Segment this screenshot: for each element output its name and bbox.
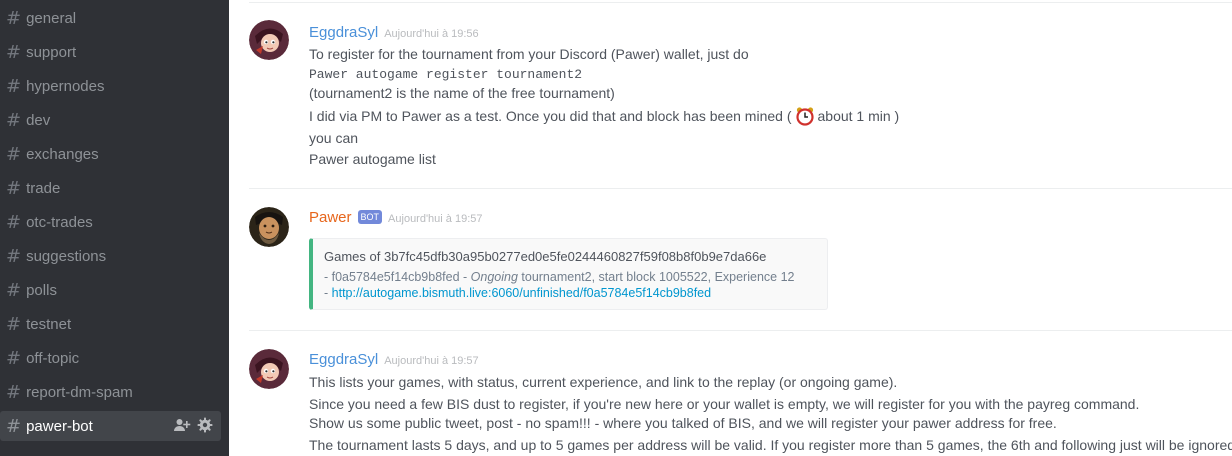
hash-icon: # xyxy=(6,415,22,437)
author-name[interactable]: EggdraSyl xyxy=(309,24,378,41)
message-text-part: about 1 min ) xyxy=(817,108,900,124)
message-text: To register for the tournament from your… xyxy=(309,46,749,62)
hash-icon: # xyxy=(6,313,22,335)
hash-icon: # xyxy=(6,211,22,233)
message-text: Pawer autogame list xyxy=(309,151,436,167)
channel-pawer-bot[interactable]: # pawer-bot xyxy=(0,411,221,441)
inline-code: Pawer autogame register tournament2 xyxy=(309,67,583,82)
avatar[interactable] xyxy=(249,207,289,247)
hash-icon: # xyxy=(6,381,22,403)
hash-icon: # xyxy=(6,279,22,301)
channel-label: otc-trades xyxy=(26,213,93,231)
message-text-part: I did via PM to Pawer as a test. Once yo… xyxy=(309,108,792,124)
bot-badge: BOT xyxy=(357,210,383,224)
message-text: you can xyxy=(309,130,359,146)
message-divider xyxy=(249,188,1232,189)
timestamp: Aujourd'hui à 19:57 xyxy=(388,213,483,225)
channel-partial-hidden[interactable] xyxy=(0,445,221,456)
embed-text: - f0a5784e5f14cb9b8fed - xyxy=(324,270,471,284)
chat-area: EggdraSyl Aujourd'hui à 19:56 To registe… xyxy=(229,0,1232,456)
hash-icon: # xyxy=(6,109,22,131)
channel-label: testnet xyxy=(26,315,72,333)
channel-label: pawer-bot xyxy=(26,417,93,435)
add-member-icon[interactable] xyxy=(173,417,191,433)
channel-label: dev xyxy=(26,111,51,129)
channel-suggestions[interactable]: # suggestions xyxy=(0,241,221,271)
channel-label: suggestions xyxy=(26,247,107,265)
message-text: The tournament lasts 5 days, and up to 5… xyxy=(309,437,1232,453)
message-header: EggdraSyl Aujourd'hui à 19:57 xyxy=(309,351,479,368)
alarm-clock-emoji xyxy=(795,107,814,126)
avatar[interactable] xyxy=(249,20,289,60)
channel-support[interactable]: # support xyxy=(0,37,221,67)
hash-icon: # xyxy=(6,7,22,29)
channel-label: polls xyxy=(26,281,57,299)
message-text: This lists your games, with status, curr… xyxy=(309,374,898,390)
replay-link[interactable]: http://autogame.bismuth.live:6060/unfini… xyxy=(332,286,711,300)
channel-label: exchanges xyxy=(26,145,99,163)
channel-label: general xyxy=(26,9,77,27)
author-name[interactable]: Pawer xyxy=(309,209,352,226)
channel-otc-trades[interactable]: # otc-trades xyxy=(0,207,221,237)
message-divider xyxy=(249,2,1232,3)
channel-trade[interactable]: # trade xyxy=(0,173,221,203)
embed-game-row: - f0a5784e5f14cb9b8fed - Ongoing tournam… xyxy=(324,270,794,284)
embed-link-row: - http://autogame.bismuth.live:6060/unfi… xyxy=(324,286,711,300)
channel-label: trade xyxy=(26,179,61,197)
avatar[interactable] xyxy=(249,349,289,389)
channel-off-topic[interactable]: # off-topic xyxy=(0,343,221,373)
message-text: Show us some public tweet, post - no spa… xyxy=(309,415,1057,431)
channel-label: hypernodes xyxy=(26,77,105,95)
timestamp: Aujourd'hui à 19:57 xyxy=(384,355,479,367)
author-name[interactable]: EggdraSyl xyxy=(309,351,378,368)
channel-report-dm-spam[interactable]: # report-dm-spam xyxy=(0,377,221,407)
channel-testnet[interactable]: # testnet xyxy=(0,309,221,339)
channel-hypernodes[interactable]: # hypernodes xyxy=(0,71,221,101)
channel-label: support xyxy=(26,43,77,61)
channel-sidebar: # general # support # hypernodes # dev # exch… xyxy=(0,0,229,456)
message-text: I did via PM to Pawer as a test. Once yo… xyxy=(309,107,899,127)
hash-icon: # xyxy=(6,245,22,267)
message-divider xyxy=(249,330,1232,331)
hash-icon: # xyxy=(6,41,22,63)
hash-icon: # xyxy=(6,177,22,199)
channel-dev[interactable]: # dev xyxy=(0,105,221,135)
channel-exchanges[interactable]: # exchanges xyxy=(0,139,221,169)
hash-icon: # xyxy=(6,347,22,369)
message-header: EggdraSyl Aujourd'hui à 19:56 xyxy=(309,24,479,41)
message-text: Since you need a few BIS dust to registe… xyxy=(309,396,1140,412)
embed-text: tournament2, start block 1005522, Experi… xyxy=(517,270,795,284)
message-text: (tournament2 is the name of the free tou… xyxy=(309,85,615,101)
bot-embed: Games of 3b7fc45dfb30a95b0277ed0e5fe0244… xyxy=(309,238,828,310)
message-header: Pawer BOT Aujourd'hui à 19:57 xyxy=(309,209,483,226)
timestamp: Aujourd'hui à 19:56 xyxy=(384,28,479,40)
embed-text: - xyxy=(324,286,332,300)
channel-polls[interactable]: # polls xyxy=(0,275,221,305)
channel-label: off-topic xyxy=(26,349,80,367)
hash-icon: # xyxy=(6,143,22,165)
hash-icon: # xyxy=(6,75,22,97)
embed-title: Games of 3b7fc45dfb30a95b0277ed0e5fe0244… xyxy=(324,249,767,264)
game-status: Ongoing xyxy=(470,270,518,284)
gear-icon[interactable] xyxy=(197,417,213,433)
channel-general[interactable]: # general xyxy=(0,3,221,33)
channel-label: report-dm-spam xyxy=(26,383,133,401)
